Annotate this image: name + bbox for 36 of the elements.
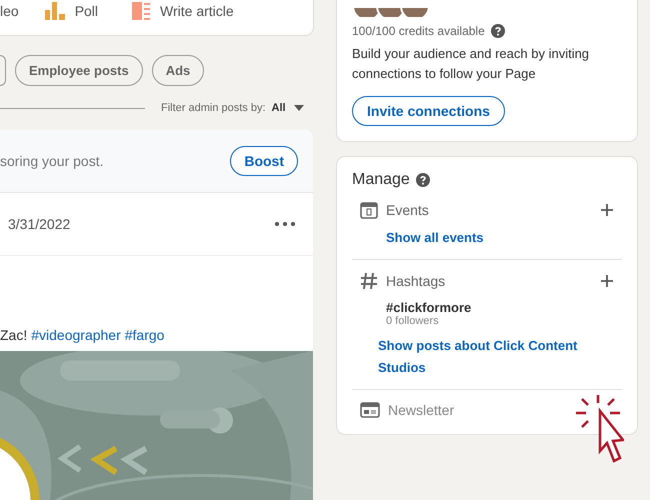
newsletter-icon	[360, 402, 380, 418]
calendar-icon	[360, 201, 378, 219]
share-option[interactable]: Write article	[160, 2, 234, 18]
hashtag-name: #clickformore	[386, 300, 472, 315]
help-icon[interactable]	[490, 24, 505, 38]
help-icon[interactable]	[416, 173, 430, 187]
filter-chip[interactable]: Ads	[152, 55, 204, 86]
boost-button[interactable]: Boost	[230, 146, 298, 176]
post-text: Zac!	[0, 327, 28, 343]
filter-label: Filter admin posts by:	[161, 102, 266, 114]
filter-chip[interactable]	[0, 55, 6, 86]
followers-count: 0 followers	[386, 315, 440, 327]
post-date: 3/31/2022	[8, 216, 70, 232]
credits-text: 100/100 credits available	[352, 24, 485, 38]
section-link[interactable]: Show posts about Click Content Studios	[378, 335, 608, 379]
share-option[interactable]: Poll	[74, 2, 98, 18]
section-label: Hashtags	[386, 273, 446, 289]
add-button[interactable]	[600, 274, 614, 288]
invite-description: Build your audience and reach by inviting connections to follow your Page	[352, 45, 590, 83]
share-option[interactable]: leo	[0, 2, 19, 18]
hashtag-icon	[360, 272, 378, 290]
filter-value[interactable]: All	[272, 102, 286, 114]
manage-title: Manage	[352, 171, 410, 189]
article-icon	[132, 2, 150, 20]
caret-icon[interactable]	[294, 105, 304, 111]
section-label: Newsletter	[388, 402, 454, 418]
sponsor-text: soring your post.	[0, 153, 104, 169]
filter-chip[interactable]: Employee posts	[15, 55, 143, 86]
hashtag-link[interactable]: #videographer	[31, 327, 121, 343]
add-button[interactable]	[600, 203, 614, 217]
section-link[interactable]: Show all events	[386, 227, 622, 249]
more-icon[interactable]	[275, 222, 295, 226]
hashtag-link[interactable]: #fargo	[124, 327, 164, 343]
invite-button[interactable]: Invite connections	[352, 96, 505, 126]
bar-chart-icon	[44, 2, 65, 20]
section-label: Events	[386, 202, 429, 218]
